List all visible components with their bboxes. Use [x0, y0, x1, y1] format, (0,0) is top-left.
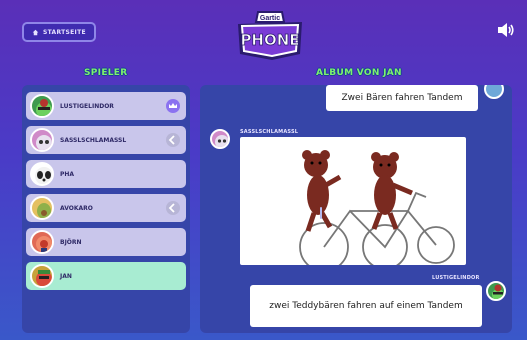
author-name: LUSTIGELINDOR: [432, 275, 480, 281]
home-label: STARTSEITE: [43, 28, 86, 36]
player-name: LUSTIGELINDOR: [60, 102, 114, 110]
player-name: AVOKARO: [60, 204, 93, 212]
arrow-icon: [166, 133, 180, 147]
player-row[interactable]: AVOKARO: [26, 194, 186, 222]
player-row[interactable]: LUSTIGELINDOR: [26, 92, 186, 120]
player-name: JAN: [60, 272, 72, 280]
guess-text: Zwei Bären fahren Tandem: [341, 93, 463, 103]
description-text: zwei Teddybären fahren auf einem Tandem: [269, 300, 463, 311]
drawing-canvas: [240, 137, 466, 265]
author-avatar: [486, 281, 506, 301]
player-avatar: [30, 264, 54, 288]
crown-icon: [166, 99, 180, 113]
arrow-icon: [166, 201, 180, 215]
sound-toggle-icon[interactable]: [497, 22, 515, 38]
players-heading: SPIELER: [84, 68, 128, 78]
player-row[interactable]: PHA: [26, 160, 186, 188]
logo-main-text: PHONE: [240, 31, 299, 49]
home-icon: [32, 29, 39, 35]
player-name: SASSLSCHLAMASSL: [60, 136, 127, 144]
player-avatar: [30, 196, 54, 220]
player-row-active[interactable]: JAN: [26, 262, 186, 290]
player-row[interactable]: BJÖRN: [26, 228, 186, 256]
author-avatar: [210, 129, 230, 149]
album-scrollbar[interactable]: [320, 207, 322, 219]
home-button[interactable]: STARTSEITE: [22, 22, 96, 42]
description-bubble: zwei Teddybären fahren auf einem Tandem: [250, 285, 482, 327]
guess-bubble: Zwei Bären fahren Tandem: [326, 85, 478, 111]
player-row[interactable]: SASSLSCHLAMASSL: [26, 126, 186, 154]
author-avatar: [484, 85, 504, 99]
player-name: BJÖRN: [60, 238, 82, 246]
album-panel: Zwei Bären fahren Tandem SASSLSCHLAMASSL…: [200, 85, 512, 333]
player-name: PHA: [60, 170, 75, 178]
player-avatar: [30, 230, 54, 254]
author-name: SASSLSCHLAMASSL: [240, 129, 299, 135]
players-list: LUSTIGELINDOR SASSLSCHLAMASSL PHA AVOKAR…: [22, 85, 190, 333]
logo-top-text: Gartic: [260, 15, 280, 22]
album-heading: ALBUM VON JAN: [316, 68, 402, 78]
player-avatar: [30, 128, 54, 152]
player-avatar: [30, 94, 54, 118]
player-avatar: [30, 162, 54, 186]
gartic-phone-logo: Gartic PHONE: [238, 11, 302, 60]
